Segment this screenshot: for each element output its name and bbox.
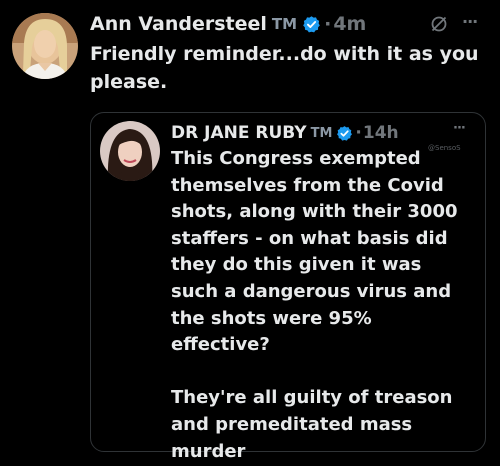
grok-slash-icon[interactable] <box>430 15 448 33</box>
tweet-text: Friendly reminder...do with it as you pl… <box>90 43 479 93</box>
trademark-mark: TM <box>271 15 298 33</box>
tweet[interactable]: Ann Vandersteel TM · 4m ··· Friendly rem… <box>0 0 500 466</box>
quoted-trademark-mark: TM <box>310 125 333 141</box>
verified-badge-icon <box>302 15 321 34</box>
quoted-author-display-name[interactable]: DR JANE RUBY <box>171 123 307 143</box>
author-display-name[interactable]: Ann Vandersteel <box>90 13 267 35</box>
tweet-header: Ann Vandersteel TM · 4m <box>90 10 366 38</box>
quoted-more-options-icon[interactable]: ··· <box>453 121 466 136</box>
separator-dot: · <box>355 123 362 143</box>
verified-badge-icon <box>336 125 353 142</box>
separator-dot: · <box>324 13 332 35</box>
more-options-icon[interactable]: ··· <box>462 12 478 31</box>
quoted-tweet[interactable]: DR JANE RUBY TM · 14h ··· @SensoS This C… <box>90 112 486 462</box>
quoted-tweet-text: This Congress exempted themselves from t… <box>171 148 458 462</box>
quoted-tweet-time[interactable]: 14h <box>363 123 399 143</box>
author-avatar[interactable] <box>12 13 78 79</box>
quoted-tweet-header: DR JANE RUBY TM · 14h <box>171 121 399 145</box>
tweet-time[interactable]: 4m <box>333 13 366 35</box>
quoted-author-avatar[interactable] <box>100 121 160 181</box>
